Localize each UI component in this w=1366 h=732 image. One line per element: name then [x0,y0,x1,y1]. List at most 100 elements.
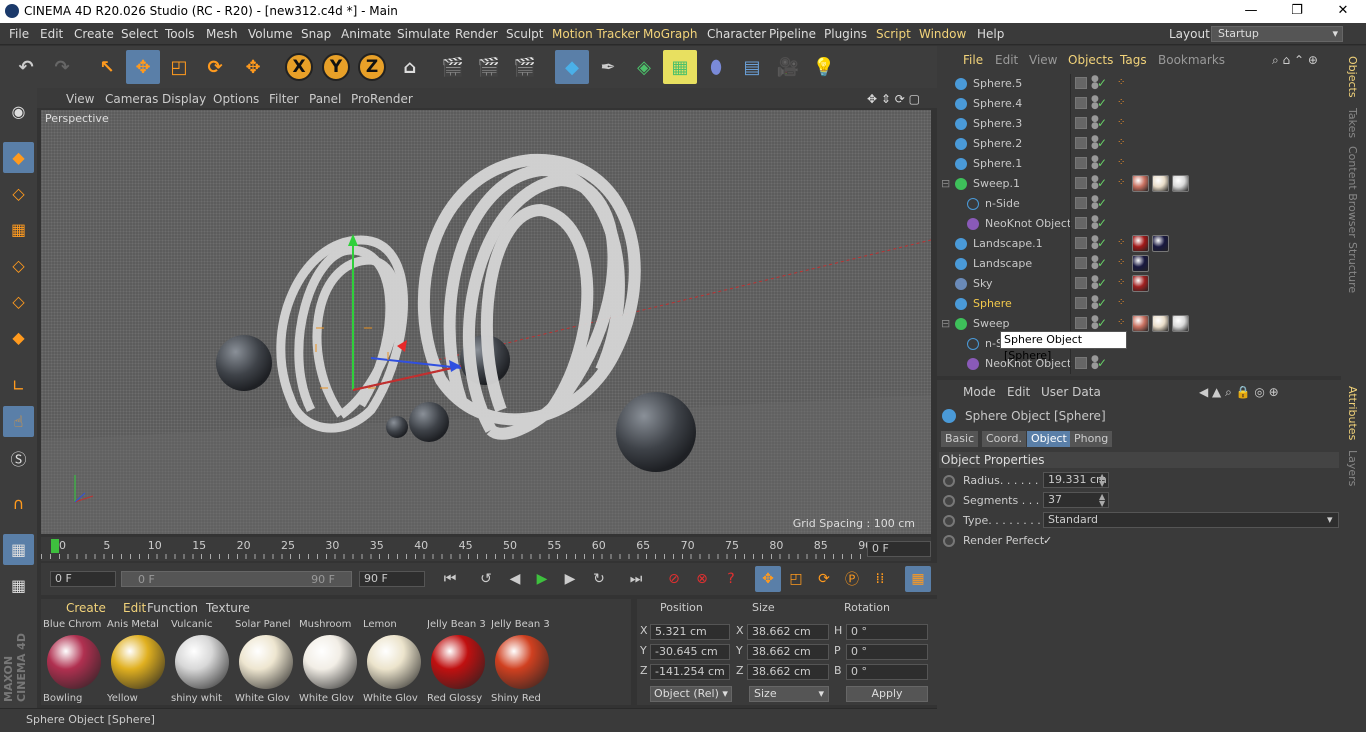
object-row[interactable]: ⊟ Sweep ● ● ✓ ⁘ [937,314,1341,334]
pen-icon[interactable]: ✒ [591,50,625,84]
object-row[interactable]: Sky ● ● ✓ ⁘ [937,274,1341,294]
frame-range-slider[interactable]: 0 F 90 F [121,571,352,587]
menu-mograph[interactable]: MoGraph [643,27,698,41]
rotation-field[interactable]: 0 ° [846,644,928,660]
rotation-field[interactable]: 0 ° [846,664,928,680]
menu-mesh[interactable]: Mesh [206,27,238,41]
move-icon[interactable]: ✥ [126,50,160,84]
object-row[interactable]: Sphere.1 ● ● ✓ ⁘ [937,154,1341,174]
layer-toggle[interactable] [1075,317,1087,329]
end-frame-field[interactable]: 90 F [359,571,425,587]
material-tag-icon[interactable] [1132,255,1149,272]
size-mode-select[interactable]: Size ▾ [749,686,829,702]
phong-tag-icon[interactable]: ⁘ [1117,257,1131,271]
enabled-check-icon[interactable]: ✓ [1097,156,1107,170]
size-field[interactable]: 38.662 cm [747,644,829,660]
phong-tag-icon[interactable]: ⁘ [1117,137,1131,151]
menu-select[interactable]: Select [121,27,158,41]
layout-select[interactable]: Startup ▾ [1211,26,1343,42]
previous-key-icon[interactable]: ↺ [473,566,499,592]
animate-radio-icon[interactable] [943,515,955,527]
menu-tools[interactable]: Tools [165,27,195,41]
layer-toggle[interactable] [1075,197,1087,209]
scale-icon[interactable]: ◰ [162,50,196,84]
viewport-nav-icon[interactable]: ✥ ⇕ ⟳ ▢ [867,92,920,106]
material-swatch[interactable]: Vulcanic shiny whit [171,619,233,704]
layer-toggle[interactable] [1075,297,1087,309]
enabled-check-icon[interactable]: ✓ [1097,176,1107,190]
attr-menu-user-data[interactable]: User Data [1041,385,1101,399]
layer-toggle[interactable] [1075,237,1087,249]
material-swatch[interactable]: Jelly Bean 3 Shiny Red [491,619,553,704]
enabled-check-icon[interactable]: ✓ [1097,236,1107,250]
record-position-icon[interactable]: ✥ [755,566,781,592]
material-swatch[interactable]: Jelly Bean 3 Red Glossy [427,619,489,704]
timeline-ruler[interactable]: 0 5 10 15 20 25 30 35 40 45 50 55 60 65 70 75 80 85 90 0 F [41,537,931,561]
material-tag-icon[interactable] [1172,175,1189,192]
workplane-icon[interactable]: ▦ [3,214,34,245]
layer-toggle[interactable] [1075,157,1087,169]
menu-edit[interactable]: Edit [40,27,63,41]
stepper-icon[interactable]: ▲ ▼ [1099,473,1105,488]
size-field[interactable]: 38.662 cm [747,664,829,680]
tweak-mode-icon[interactable]: ☝ [3,406,34,437]
undo-icon[interactable]: ↶ [9,50,43,84]
layer-toggle[interactable] [1075,177,1087,189]
edges-mode-icon[interactable]: ◇ [3,286,34,317]
phong-tag-icon[interactable]: ⁘ [1117,97,1131,111]
workplane-lock-icon[interactable]: ▦ [3,534,34,565]
object-row[interactable]: n-Side●●✓ [937,194,1341,214]
magnet-icon[interactable]: ∩ [3,488,34,519]
collapse-icon[interactable]: ⊟ [941,317,950,330]
autokeying-icon[interactable]: ⊗ [689,566,715,592]
record-rotation-icon[interactable]: ⟳ [811,566,837,592]
start-frame-field[interactable]: 0 F [50,571,116,587]
object-row[interactable]: Sphere.5 ● ● ✓ ⁘ [937,74,1341,94]
position-field[interactable]: 5.321 cm [650,624,730,640]
cube-icon[interactable]: ◆ [555,50,589,84]
light-icon[interactable]: 💡 [807,50,841,84]
viewport-menu-options[interactable]: Options [213,92,259,106]
phong-tag-icon[interactable]: ⁘ [1117,317,1131,331]
enabled-check-icon[interactable]: ✓ [1097,116,1107,130]
restore-button[interactable]: ❐ [1274,0,1320,23]
objects-menu-bookmarks[interactable]: Bookmarks [1158,53,1225,67]
playhead-marker[interactable] [51,539,59,553]
rotate-icon[interactable]: ⟳ [198,50,232,84]
record-pla-icon[interactable]: ⁞⁞ [867,566,893,592]
object-row[interactable]: Sphere.3 ● ● ✓ ⁘ [937,114,1341,134]
menu-animate[interactable]: Animate [341,27,391,41]
phong-tag-icon[interactable]: ⁘ [1117,297,1131,311]
menu-character[interactable]: Character [707,27,766,41]
menu-window[interactable]: Window [919,27,966,41]
close-button[interactable]: ✕ [1320,0,1366,23]
viewport-perspective[interactable]: Perspective Grid Spacing: 100 cm [41,110,931,534]
enabled-check-icon[interactable]: ✓ [1097,356,1107,370]
objects-menu-view[interactable]: View [1029,53,1057,67]
viewport-menu-display[interactable]: Display [162,92,206,106]
objects-menu-edit[interactable]: Edit [995,53,1018,67]
menu-simulate[interactable]: Simulate [397,27,450,41]
viewport-menu-view[interactable]: View [66,92,94,106]
deformer-icon[interactable]: ⬮ [699,50,733,84]
material-tag-icon[interactable] [1132,235,1149,252]
material-swatch[interactable]: Anis Metal Yellow [107,619,169,704]
object-row[interactable]: ⊟ Sweep.1 ● ● ✓ ⁘ [937,174,1341,194]
redo-icon[interactable]: ↷ [45,50,79,84]
attr-nav-icons[interactable]: ◀ ▲ ⌕ 🔒 ◎ ⊕ [1199,385,1279,400]
object-row[interactable]: Landscape.1 ● ● ✓ ⁘ [937,234,1341,254]
objects-menu-objects[interactable]: Objects [1068,53,1113,67]
render-view-icon[interactable]: 🎬 [436,50,470,84]
menu-plugins[interactable]: Plugins [824,27,867,41]
attr-tab-object[interactable]: Object [1027,431,1071,447]
play-icon[interactable]: ▶ [529,566,555,592]
objects-menu-file[interactable]: File [963,53,983,67]
texture-mode-icon[interactable]: ◇ [3,178,34,209]
material-tag-icon[interactable] [1152,315,1169,332]
subdivision-icon[interactable]: ◈ [627,50,661,84]
planar-workplane-icon[interactable]: ▦ [3,570,34,601]
render-perfect-checkbox[interactable]: ✓ [1043,534,1052,547]
cloner-icon[interactable]: ▦ [663,50,697,84]
viewport-menu-panel[interactable]: Panel [309,92,341,106]
layer-toggle[interactable] [1075,357,1087,369]
